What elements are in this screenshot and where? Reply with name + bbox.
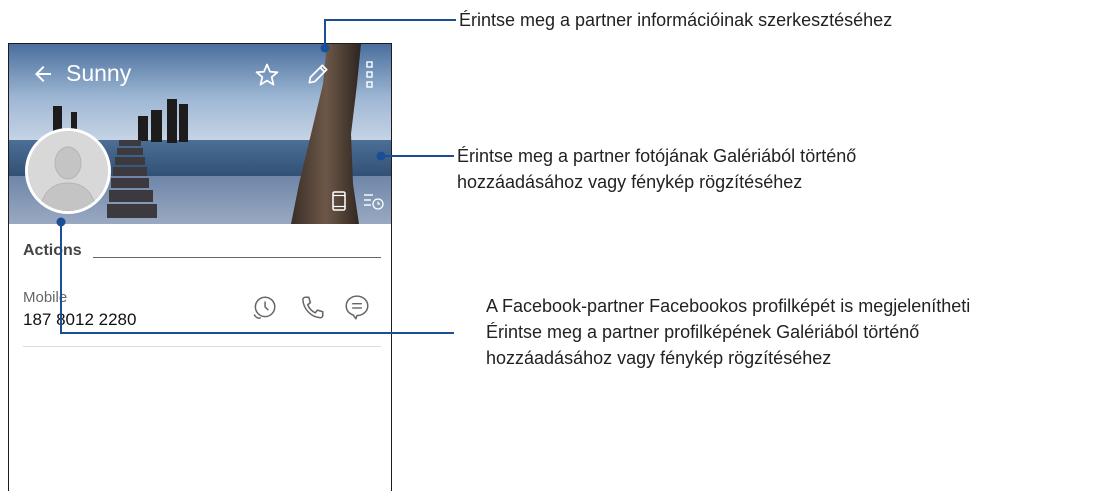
call-log-icon[interactable]	[363, 191, 385, 211]
callout-photo-line2: hozzáadásához vagy fénykép rögzítéséhez	[457, 172, 803, 192]
mobile-number[interactable]: 187 8012 2280	[23, 310, 136, 330]
actions-heading: Actions	[23, 242, 82, 259]
phone-device-icon[interactable]	[331, 191, 347, 211]
message-icon[interactable]	[344, 294, 370, 322]
row-divider	[23, 346, 381, 347]
toolbar: Sunny	[9, 56, 391, 92]
back-arrow-icon[interactable]	[31, 62, 55, 86]
history-icon[interactable]	[251, 294, 277, 322]
contact-name-title: Sunny	[66, 60, 132, 86]
call-icon[interactable]	[299, 294, 325, 322]
more-vert-icon[interactable]	[364, 59, 376, 91]
callout-profile-line2: Érintse meg a partner profilképének Galé…	[486, 322, 920, 342]
callout-profile-line3: hozzáadásához vagy fénykép rögzítéséhez	[486, 348, 832, 368]
callout-photo: Érintse meg a partner fotójának Galériáb…	[457, 143, 856, 195]
mobile-label: Mobile	[23, 289, 68, 306]
star-icon[interactable]	[253, 61, 281, 89]
edit-pencil-icon[interactable]	[305, 61, 331, 87]
callout-profile: A Facebook-partner Facebookos profilképé…	[486, 293, 970, 371]
callout-edit: Érintse meg a partner információinak sze…	[459, 7, 892, 33]
callout-photo-line1: Érintse meg a partner fotójának Galériáb…	[457, 146, 857, 166]
avatar-silhouette-icon	[28, 131, 108, 211]
callout-profile-line1: A Facebook-partner Facebookos profilképé…	[486, 296, 971, 316]
phone-screen: Sunny Actions Mobile 187 8012 2280	[8, 43, 392, 491]
contact-header-photo[interactable]: Sunny	[9, 44, 391, 224]
callout-edit-text: Érintse meg a partner információinak sze…	[459, 10, 893, 30]
contact-avatar[interactable]	[25, 128, 111, 214]
actions-divider	[93, 257, 381, 258]
